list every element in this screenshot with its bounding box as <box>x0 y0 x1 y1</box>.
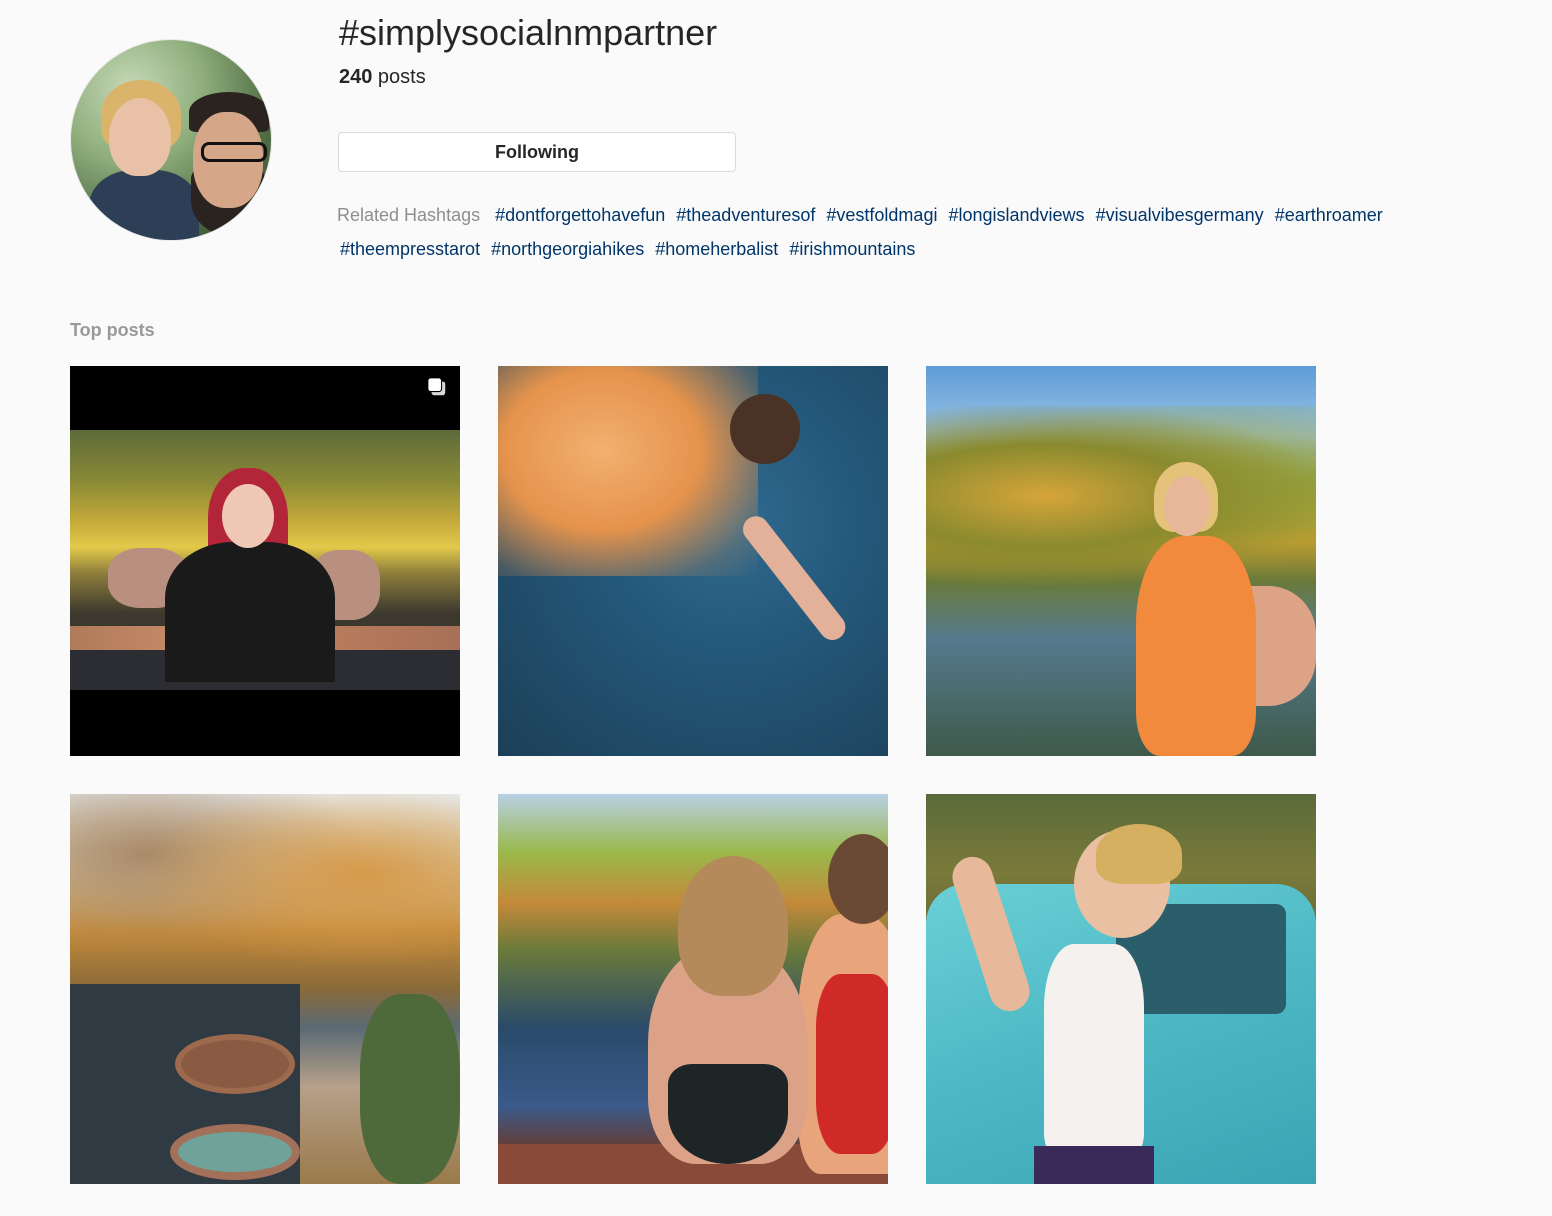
related-hashtag-link[interactable]: #theadventuresof <box>676 205 815 225</box>
page-title: #simplysocialnmpartner <box>339 12 718 53</box>
related-hashtag-link[interactable]: #irishmountains <box>789 239 915 259</box>
post-tile-laughing-woman-truck[interactable] <box>926 794 1316 1184</box>
related-hashtag-link[interactable]: #visualvibesgermany <box>1096 205 1264 225</box>
post-count: 240 posts <box>339 66 426 89</box>
following-button[interactable]: Following <box>338 132 736 172</box>
related-hashtag-link[interactable]: #homeherbalist <box>655 239 778 259</box>
post-tile-hot-spring-aerial[interactable] <box>70 794 460 1184</box>
post-tile-floating-woman[interactable] <box>498 366 888 756</box>
related-hashtag-link[interactable]: #northgeorgiahikes <box>491 239 644 259</box>
top-posts-heading: Top posts <box>70 320 155 340</box>
post-tile-hot-spring-redhead[interactable] <box>70 366 460 756</box>
related-hashtag-link[interactable]: #dontforgettohavefun <box>495 205 665 225</box>
multiple-posts-icon <box>427 377 446 396</box>
related-hashtag-link[interactable]: #vestfoldmagi <box>826 205 937 225</box>
related-hashtag-link[interactable]: #theempresstarot <box>340 239 480 259</box>
glasses <box>201 142 267 162</box>
post-tile-two-women-dock[interactable] <box>498 794 888 1184</box>
post-count-suffix: posts <box>372 66 426 88</box>
post-image <box>70 430 460 690</box>
related-hashtags: Related Hashtags #dontforgettohavefun #t… <box>337 198 1527 266</box>
related-hashtag-link[interactable]: #earthroamer <box>1275 205 1383 225</box>
post-tile-orange-swimsuit[interactable] <box>926 366 1316 756</box>
post-count-number: 240 <box>339 66 373 88</box>
hashtag-avatar <box>70 39 272 241</box>
related-hashtags-label: Related Hashtags <box>337 205 481 225</box>
hashtag-page: #simplysocialnmpartner 240 posts Followi… <box>0 0 1552 1216</box>
related-hashtag-link[interactable]: #longislandviews <box>948 205 1084 225</box>
